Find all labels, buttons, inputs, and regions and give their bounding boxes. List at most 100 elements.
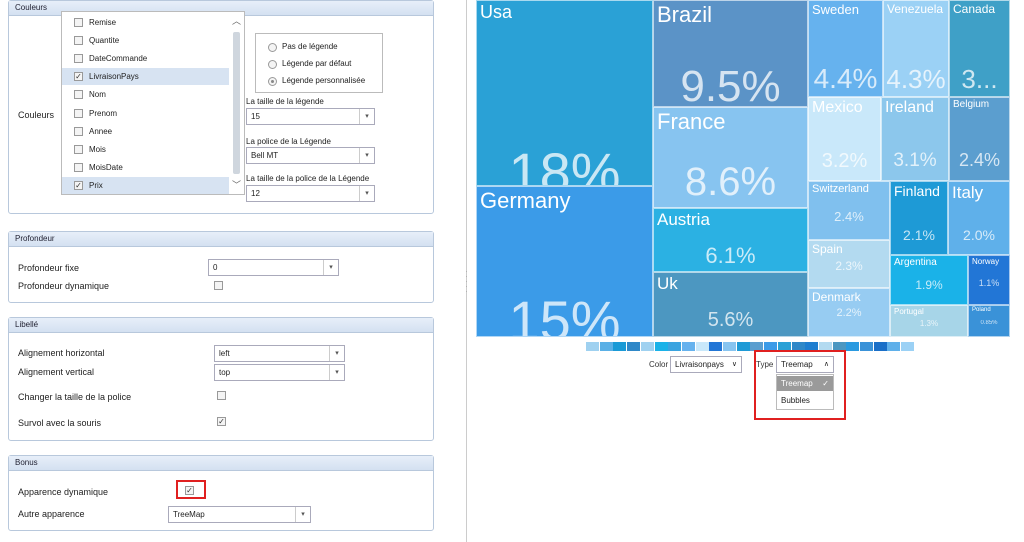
scroll-down-icon[interactable]: ﹀	[232, 178, 241, 191]
radio-custom-legend[interactable]	[268, 77, 277, 86]
tile-name: Uk	[657, 274, 678, 293]
treemap-tile-canada[interactable]: Canada 3...	[949, 0, 1010, 97]
legend-size-select[interactable]: 15 ▾	[246, 108, 375, 125]
list-item[interactable]: Prenom	[62, 105, 230, 122]
legend-font-size-select[interactable]: 12 ▾	[246, 185, 375, 202]
treemap-tile-germany[interactable]: Germany 15%	[476, 186, 653, 337]
h-align-select[interactable]: left ▾	[214, 345, 345, 362]
color-select[interactable]: Livraisonpays ∨	[670, 356, 742, 373]
color-swatch	[709, 342, 723, 351]
tile-percent: 1.1%	[978, 278, 1000, 289]
tile-name: Italy	[952, 183, 984, 202]
scroll-up-icon[interactable]: ︿	[232, 14, 241, 27]
tile-name: Spain	[812, 242, 843, 256]
color-swatch	[640, 342, 654, 351]
bonus-title: Bonus	[9, 456, 433, 471]
treemap-tile-uk[interactable]: Uk 5.6%	[653, 272, 808, 337]
list-item[interactable]: Mois	[62, 141, 230, 158]
list-item-checkbox[interactable]	[74, 108, 83, 118]
color-field-list[interactable]: Remise Quantite DateCommande ✓ LivraisonPays…	[61, 11, 245, 195]
radio-label: Légende par défaut	[282, 59, 352, 68]
treemap-tile-usa[interactable]: Usa 18%	[476, 0, 653, 186]
tile-percent: 3...	[961, 63, 998, 94]
tile-name: Sweden	[812, 2, 859, 17]
legend-font-label: La police de la Légende	[246, 137, 331, 146]
tile-name: Usa	[480, 2, 513, 22]
treemap-tile-venezuela[interactable]: Venezuela 4.3%	[883, 0, 949, 97]
treemap-tile-poland[interactable]: Poland 0.85%	[968, 305, 1010, 337]
treemap-tile-spain[interactable]: Spain 2.3%	[808, 240, 890, 288]
tile-percent: 9.5%	[680, 62, 781, 107]
color-swatch	[586, 342, 599, 351]
list-item[interactable]: Quantite	[62, 32, 230, 49]
chevron-down-icon: ▾	[295, 507, 310, 522]
v-align-label: Alignement vertical	[18, 367, 95, 377]
type-select[interactable]: Treemap ∧	[776, 356, 834, 373]
legend-font-size-label: La taille de la police de la Légende	[246, 174, 370, 183]
tile-percent: 6.1%	[705, 242, 756, 268]
list-item-checkbox[interactable]	[74, 54, 83, 64]
list-item[interactable]: MoisDate	[62, 159, 230, 176]
hover-checkbox[interactable]: ✓	[217, 417, 226, 426]
tile-name: Mexico	[812, 99, 863, 116]
type-option-treemap[interactable]: Treemap ✓	[777, 376, 833, 391]
color-swatch	[860, 342, 873, 351]
color-label: Color	[649, 360, 669, 369]
treemap-tile-norway[interactable]: Norway 1.1%	[968, 255, 1010, 305]
list-item-checkbox[interactable]: ✓	[74, 72, 83, 82]
list-item-label: Quantite	[89, 36, 120, 46]
v-align-select[interactable]: top ▾	[214, 364, 345, 381]
font-size-change-label: Changer la taille de la police	[18, 392, 132, 402]
tile-name: Poland	[972, 307, 991, 313]
list-item[interactable]: Remise	[62, 14, 230, 31]
treemap-tile-austria[interactable]: Austria 6.1%	[653, 208, 808, 272]
list-item[interactable]: Annee	[62, 123, 230, 140]
tile-percent: 3.2%	[821, 150, 868, 172]
treemap-tile-ireland[interactable]: Ireland 3.1%	[881, 97, 949, 181]
list-item-checkbox[interactable]	[74, 126, 83, 136]
radio-no-legend[interactable]	[268, 43, 277, 52]
treemap-tile-denmark[interactable]: Denmark 2.2%	[808, 288, 890, 337]
list-item-checkbox[interactable]	[74, 18, 83, 27]
dynamic-look-checkbox[interactable]: ✓	[185, 486, 194, 495]
legend-font-select[interactable]: Bell MT ▾	[246, 147, 375, 164]
splitter-grip-icon[interactable]: · · · · ·	[464, 269, 469, 298]
treemap-tile-argentina[interactable]: Argentina 1.9%	[890, 255, 968, 305]
list-item-checkbox[interactable]	[74, 162, 83, 172]
dynamic-depth-checkbox[interactable]	[214, 281, 223, 290]
profondeur-title: Profondeur	[9, 232, 433, 247]
fixed-depth-select[interactable]: 0 ▾	[208, 259, 339, 276]
list-scrollbar[interactable]: ︿ ﹀	[229, 12, 244, 194]
treemap-tile-finland[interactable]: Finland 2.1%	[890, 181, 948, 255]
color-swatch	[627, 342, 641, 351]
tile-percent: 2.0%	[963, 227, 995, 244]
list-item-label: Prix	[89, 180, 103, 190]
tile-percent: 18%	[508, 140, 621, 186]
treemap-tile-portugal[interactable]: Portugal 1.3%	[890, 305, 968, 337]
radio-label: Légende personnalisée	[282, 76, 366, 85]
list-item-checkbox[interactable]	[74, 90, 83, 100]
list-item[interactable]: Nom	[62, 86, 230, 103]
list-item[interactable]: ✓ Prix	[62, 176, 230, 194]
list-item-checkbox[interactable]: ✓	[74, 180, 83, 190]
hover-label: Survol avec la souris	[18, 418, 102, 428]
list-item[interactable]: ✓ LivraisonPays	[62, 68, 230, 86]
treemap-tile-switzerland[interactable]: Switzerland 2.4%	[808, 181, 890, 240]
scroll-thumb[interactable]	[233, 32, 240, 174]
treemap-tile-belgium[interactable]: Belgium 2.4%	[949, 97, 1010, 181]
treemap-tile-italy[interactable]: Italy 2.0%	[948, 181, 1010, 255]
radio-default-legend[interactable]	[268, 60, 277, 69]
tile-percent: 0.85%	[980, 319, 998, 326]
other-look-select[interactable]: TreeMap ▾	[168, 506, 311, 523]
type-option-bubbles[interactable]: Bubbles	[777, 393, 833, 408]
treemap-tile-france[interactable]: France 8.6%	[653, 107, 808, 208]
list-item-checkbox[interactable]	[74, 144, 83, 154]
list-item-checkbox[interactable]	[74, 36, 83, 46]
treemap-tile-mexico[interactable]: Mexico 3.2%	[808, 97, 881, 181]
list-item[interactable]: DateCommande	[62, 50, 230, 67]
treemap-tile-brazil[interactable]: Brazil 9.5%	[653, 0, 808, 107]
list-item-label: Remise	[89, 18, 117, 27]
font-size-change-checkbox[interactable]	[217, 391, 226, 400]
tile-name: Norway	[972, 257, 1000, 266]
treemap-tile-sweden[interactable]: Sweden 4.4%	[808, 0, 883, 97]
